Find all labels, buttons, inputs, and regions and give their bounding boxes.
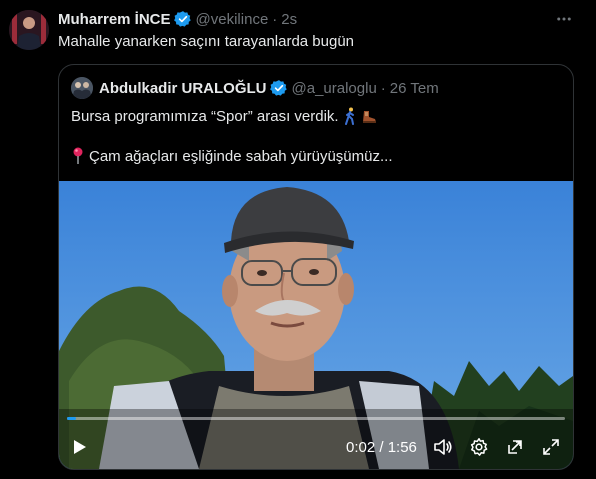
author-avatar[interactable] [9,10,49,50]
separator-dot: · [272,10,278,28]
video-progress-fill [67,417,76,420]
tweet-text: Mahalle yanarken saçını tarayanlarda bug… [58,33,355,50]
video-controls: 0:02 / 1:56 [59,431,573,465]
picture-in-picture-icon [508,440,522,454]
video-timecode: 0:02 / 1:56 [346,439,417,456]
hiking-boot-emoji [361,107,377,125]
quoted-tweet-timestamp[interactable]: 26 Tem [390,80,439,97]
quoted-author-avatar[interactable] [71,77,93,99]
person-walking-emoji [342,107,358,125]
tweet[interactable]: Muharrem İNCE @vekilince · 2s Mahalle ya… [0,0,596,479]
volume-icon [434,439,452,455]
verified-badge-icon [269,79,288,97]
quoted-author-name[interactable]: Abdulkadir URALOĞLU [99,80,267,97]
video-player[interactable]: 0:02 / 1:56 [59,181,573,469]
video-progress-bar[interactable] [67,417,565,420]
gear-icon [470,438,488,456]
tweet-header: Muharrem İNCE @vekilince · 2s [58,9,297,29]
quoted-tweet-header: Abdulkadir URALOĞLU @a_uraloglu · 26 Tem [99,77,439,99]
video-frame [59,181,573,469]
play-icon [74,440,86,454]
author-name[interactable]: Muharrem İNCE [58,11,171,28]
more-horizontal-icon [557,17,571,21]
author-handle[interactable]: @vekilince [196,11,269,28]
play-button[interactable] [67,435,91,459]
separator-dot: · [380,79,386,97]
fullscreen-button[interactable] [539,435,563,459]
quoted-tweet-line-2: Çam ağaçları eşliğinde sabah yürüyüşümüz… [71,147,393,165]
quoted-tweet-line-1-text: Bursa programımıza “Spor” arası verdik. [71,107,339,125]
quoted-tweet-line-1: Bursa programımıza “Spor” arası verdik. [71,107,377,125]
verified-badge-icon [173,10,192,28]
tweet-timestamp[interactable]: 2s [281,11,297,28]
fullscreen-icon [543,439,559,455]
picture-in-picture-button[interactable] [503,435,527,459]
quoted-tweet-line-2-text: Çam ağaçları eşliğinde sabah yürüyüşümüz… [89,147,393,165]
round-pushpin-emoji [71,147,85,165]
settings-button[interactable] [467,435,491,459]
more-options-button[interactable] [552,9,576,29]
quoted-tweet[interactable]: Abdulkadir URALOĞLU @a_uraloglu · 26 Tem… [58,64,574,470]
quoted-author-handle[interactable]: @a_uraloglu [292,80,377,97]
volume-button[interactable] [431,435,455,459]
